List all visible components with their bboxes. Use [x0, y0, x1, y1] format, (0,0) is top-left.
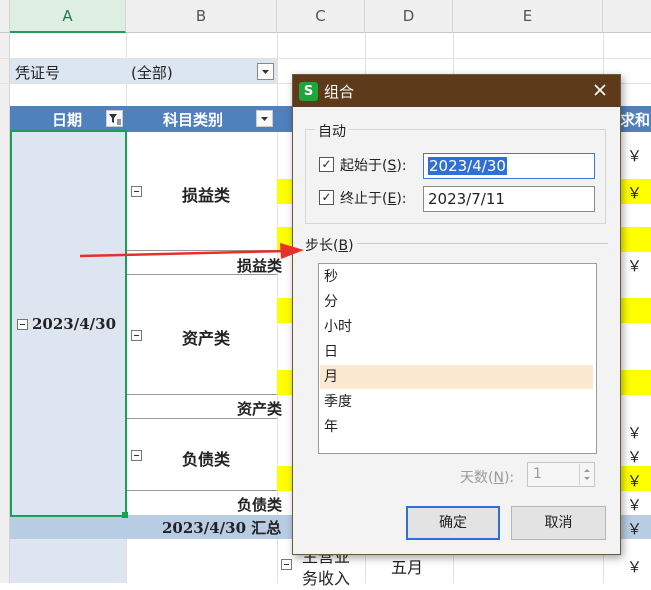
date-header: 日期 [52, 111, 83, 129]
dialog-titlebar[interactable]: S 组合 [293, 75, 620, 107]
cell-selection [10, 130, 127, 517]
list-item[interactable]: 秒 [320, 265, 593, 289]
days-field[interactable]: 1 [527, 462, 595, 487]
list-item[interactable]: 季度 [320, 390, 593, 414]
end-field[interactable]: 2023/7/11 [423, 186, 595, 212]
column-header-a[interactable]: A [10, 0, 126, 33]
yen-value: ￥ [627, 147, 643, 165]
yen-value: ￥ [627, 257, 643, 275]
start-checkbox[interactable]: ✓ [319, 157, 334, 172]
days-label: 天数(N): [460, 470, 515, 486]
start-label: 起始于(S): [340, 158, 407, 174]
end-label: 终止于(E): [340, 191, 407, 207]
step-divider [357, 243, 608, 244]
yen-value: ￥ [627, 472, 643, 490]
collapse-minus-icon[interactable] [131, 450, 142, 461]
sum-header-fragment: 求和 [620, 111, 651, 129]
collapse-minus-icon[interactable] [281, 559, 292, 570]
step-listbox[interactable]: 秒 分 小时 日 月 季度 年 [318, 263, 597, 454]
column-header-b[interactable]: B [126, 0, 277, 33]
category-header: 科目类别 [163, 111, 224, 129]
wps-s-logo-icon: S [299, 81, 318, 101]
list-item[interactable]: 年 [320, 415, 593, 439]
yen-value: ￥ [627, 496, 643, 514]
ok-button[interactable]: 确定 [406, 506, 500, 540]
filter-icon[interactable] [106, 110, 123, 127]
corner-cell[interactable] [0, 0, 10, 33]
close-icon[interactable] [590, 80, 610, 100]
auto-group-label: 自动 [315, 121, 349, 141]
yen-value: ￥ [627, 184, 643, 202]
grid-line [126, 394, 277, 395]
start-field[interactable]: 2023/4/30 [423, 153, 595, 179]
list-item[interactable]: 分 [320, 290, 593, 314]
category-item: 负债类 [182, 450, 231, 469]
collapse-minus-icon[interactable] [131, 186, 142, 197]
cancel-button[interactable]: 取消 [511, 506, 606, 540]
category-item: 损益类 [182, 186, 231, 205]
bottom-cell-d: 五月 [391, 558, 424, 577]
red-arrow-annotation [79, 243, 304, 259]
fill-handle[interactable] [122, 512, 128, 518]
end-checkbox[interactable]: ✓ [319, 190, 334, 205]
yen-value: ￥ [627, 520, 643, 538]
yen-value: ￥ [627, 424, 643, 442]
dialog-title: 组合 [324, 82, 355, 101]
collapse-minus-icon[interactable] [131, 330, 142, 341]
yen-value: ￥ [627, 558, 643, 576]
filter-label: 凭证号 [15, 64, 61, 82]
group-dialog: S 组合 自动 ✓ 起始于(S): 2023/4/30 ✓ 终止于(E): 20… [292, 74, 621, 555]
subtotal-label: 资产类 [237, 400, 283, 418]
dropdown-arrow-icon[interactable] [257, 63, 274, 80]
list-item-selected[interactable]: 月 [320, 365, 593, 389]
list-item[interactable]: 小时 [320, 315, 593, 339]
column-header-d[interactable]: D [365, 0, 453, 33]
yen-value: ￥ [627, 448, 643, 466]
bottom-c-line2: 务收入 [302, 569, 351, 588]
column-header-c[interactable]: C [277, 0, 365, 33]
subtotal-label: 负债类 [237, 496, 283, 514]
days-value: 1 [533, 466, 542, 482]
column-header-e[interactable]: E [453, 0, 603, 33]
grand-total-label: 2023/4/30 汇总 [162, 519, 282, 537]
spin-up-down-icon[interactable] [579, 464, 593, 485]
dropdown-arrow-icon[interactable] [256, 110, 273, 127]
row-header-strip [0, 33, 10, 583]
column-header-f[interactable] [603, 0, 651, 33]
grid-line [126, 490, 277, 491]
list-item[interactable]: 日 [320, 340, 593, 364]
category-item: 资产类 [182, 329, 231, 348]
filter-value: (全部) [131, 64, 173, 82]
